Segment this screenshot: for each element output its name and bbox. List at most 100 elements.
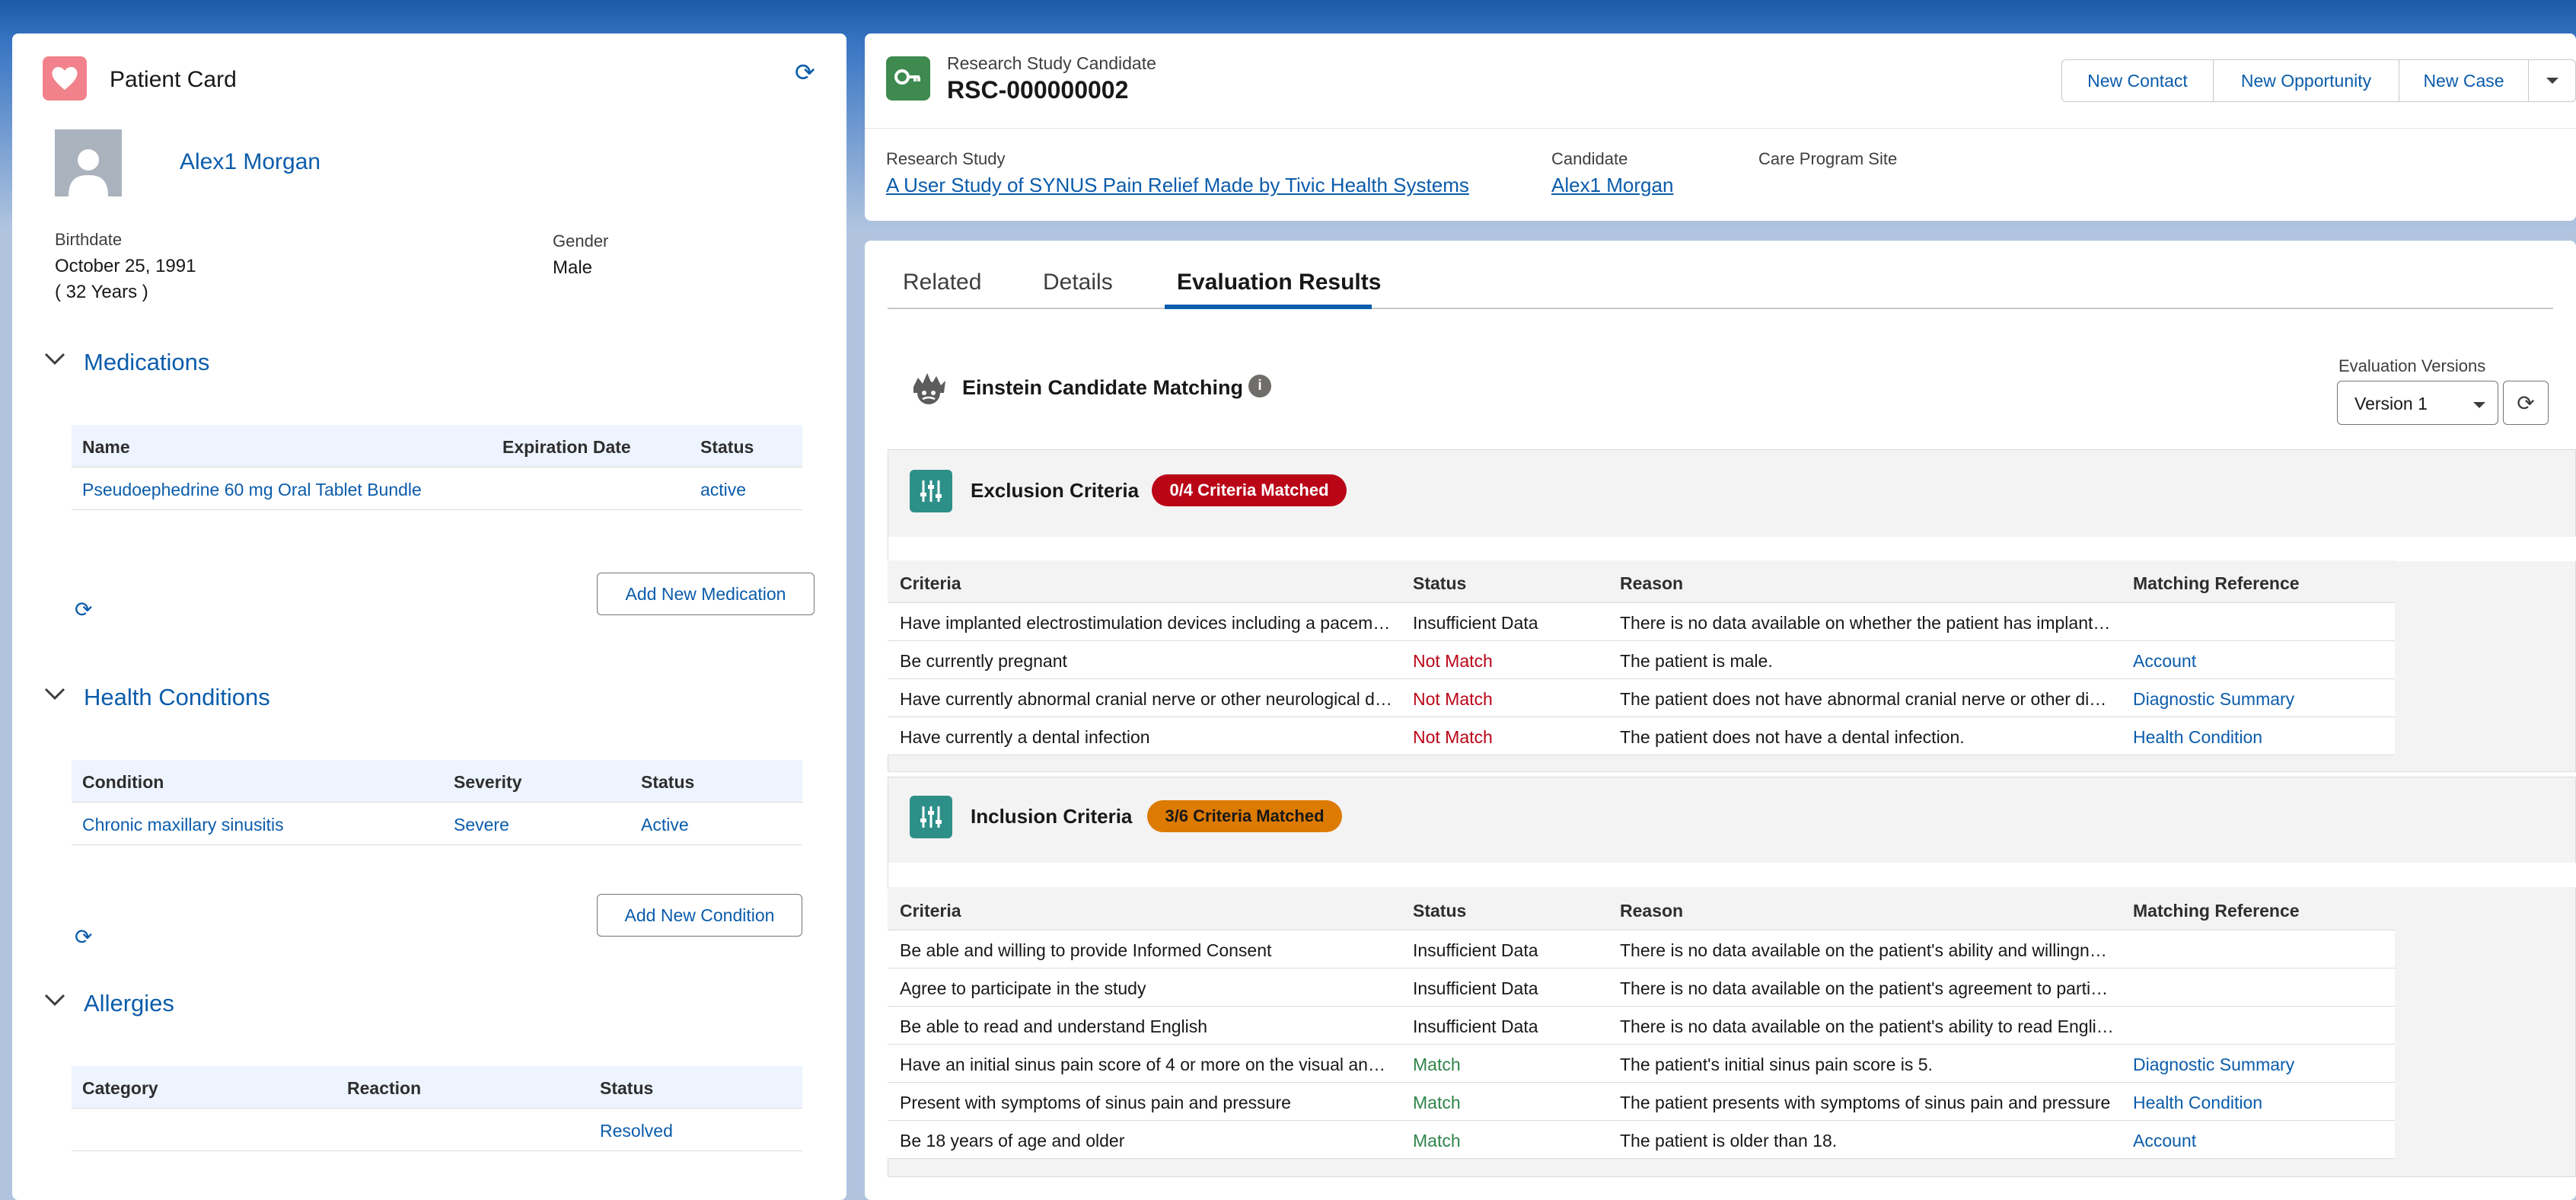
table-row: Be 18 years of age and older Match The p… bbox=[888, 1121, 2395, 1159]
more-actions-button[interactable] bbox=[2529, 59, 2576, 102]
allergies-heading[interactable]: Allergies bbox=[84, 990, 174, 1017]
matching-reference-link[interactable]: Account bbox=[2133, 1131, 2196, 1151]
criteria-cell: Be currently pregnant bbox=[900, 651, 1067, 671]
table-row: Be currently pregnant Not Match The pati… bbox=[888, 641, 2395, 679]
column-header: Reason bbox=[1620, 573, 1684, 593]
gender-value: Male bbox=[553, 257, 593, 278]
status-cell: Insufficient Data bbox=[1413, 1016, 1538, 1036]
patient-name-link[interactable]: Alex1 Morgan bbox=[180, 149, 320, 175]
evaluation-versions-label: Evaluation Versions bbox=[2338, 356, 2486, 375]
new-case-button[interactable]: New Case bbox=[2399, 59, 2529, 102]
table-row: Present with symptoms of sinus pain and … bbox=[888, 1083, 2395, 1121]
refresh-icon[interactable]: ⟳ bbox=[795, 58, 815, 87]
record-header: Research Study Candidate RSC-000000002 N… bbox=[865, 34, 2576, 221]
health-conditions-heading[interactable]: Health Conditions bbox=[84, 684, 270, 711]
table-row: Have implanted electrostimulation device… bbox=[888, 603, 2395, 641]
medications-table: Name Expiration Date Status Pseudoephedr… bbox=[72, 425, 802, 510]
object-label: Research Study Candidate bbox=[947, 53, 1156, 73]
column-header: Category bbox=[82, 1078, 158, 1098]
table-header: Name Expiration Date Status bbox=[72, 425, 802, 468]
birthdate-label: Birthdate bbox=[55, 230, 123, 249]
candidate-link[interactable]: Alex1 Morgan bbox=[1551, 174, 1673, 197]
new-opportunity-button[interactable]: New Opportunity bbox=[2214, 59, 2399, 102]
status-cell: Not Match bbox=[1413, 727, 1493, 747]
table-row: Be able and willing to provide Informed … bbox=[888, 930, 2395, 969]
tab-related[interactable]: Related bbox=[903, 270, 981, 295]
research-study-link[interactable]: A User Study of SYNUS Pain Relief Made b… bbox=[886, 174, 1469, 197]
einstein-icon bbox=[907, 370, 950, 412]
column-header: Criteria bbox=[900, 573, 961, 593]
matching-reference-link[interactable]: Account bbox=[2133, 651, 2196, 672]
inclusion-criteria-table: Criteria Status Reason Matching Referenc… bbox=[888, 888, 2395, 1159]
refresh-icon[interactable]: ⟳ bbox=[75, 597, 92, 622]
refresh-icon[interactable]: ⟳ bbox=[75, 924, 92, 949]
criteria-cell: Be able and willing to provide Informed … bbox=[900, 940, 1272, 960]
criteria-cell: Agree to participate in the study bbox=[900, 978, 1146, 998]
criteria-cell: Have implanted electrostimulation device… bbox=[900, 613, 1395, 633]
table-row: Agree to participate in the study Insuff… bbox=[888, 969, 2395, 1007]
chevron-down-icon[interactable] bbox=[44, 347, 65, 371]
reason-cell: There is no data available on the patien… bbox=[1620, 940, 2115, 960]
version-select[interactable]: Version 1 bbox=[2337, 381, 2498, 425]
version-select-value: Version 1 bbox=[2354, 394, 2428, 413]
reason-cell: The patient is male. bbox=[1620, 651, 1773, 671]
table-row: Chronic maxillary sinusitis Severe Activ… bbox=[72, 803, 802, 845]
column-header: Reason bbox=[1620, 901, 1684, 921]
chevron-down-icon bbox=[2472, 400, 2487, 413]
user-avatar-icon bbox=[55, 129, 122, 196]
reason-cell: The patient's initial sinus pain score i… bbox=[1620, 1055, 1933, 1074]
condition-status[interactable]: Active bbox=[641, 815, 689, 835]
medications-heading[interactable]: Medications bbox=[84, 349, 209, 376]
medication-name-link[interactable]: Pseudoephedrine 60 mg Oral Tablet Bundle bbox=[82, 480, 422, 500]
column-header: Expiration Date bbox=[502, 437, 631, 457]
column-header: Condition bbox=[82, 772, 164, 792]
age-value: ( 32 Years ) bbox=[55, 282, 148, 302]
medication-status[interactable]: active bbox=[700, 480, 746, 500]
einstein-title: Einstein Candidate Matching bbox=[962, 376, 1244, 399]
tab-details[interactable]: Details bbox=[1043, 270, 1113, 295]
criteria-cell: Have an initial sinus pain score of 4 or… bbox=[900, 1055, 1395, 1074]
info-icon[interactable]: i bbox=[1248, 375, 1271, 397]
column-header: Status bbox=[600, 1078, 654, 1098]
criteria-cell: Present with symptoms of sinus pain and … bbox=[900, 1093, 1291, 1112]
matching-reference-link[interactable]: Health Condition bbox=[2133, 1093, 2262, 1113]
status-cell: Not Match bbox=[1413, 651, 1493, 671]
tab-evaluation-results[interactable]: Evaluation Results bbox=[1177, 270, 1381, 295]
column-header: Matching Reference bbox=[2133, 901, 2300, 921]
reason-cell: There is no data available on the patien… bbox=[1620, 978, 2115, 998]
criteria-cell: Have currently abnormal cranial nerve or… bbox=[900, 689, 1395, 709]
column-header: Status bbox=[641, 772, 695, 792]
add-medication-button[interactable]: Add New Medication bbox=[597, 573, 815, 615]
table-header: Category Reaction Status bbox=[72, 1066, 802, 1109]
tabs-divider bbox=[888, 308, 2553, 309]
table-header: Criteria Status Reason Matching Referenc… bbox=[888, 560, 2395, 603]
column-header: Status bbox=[1413, 901, 1467, 921]
chevron-down-icon[interactable] bbox=[44, 988, 65, 1012]
candidate-label: Candidate bbox=[1551, 149, 1628, 168]
add-condition-button[interactable]: Add New Condition bbox=[597, 894, 802, 937]
status-cell: Match bbox=[1413, 1093, 1461, 1112]
column-header: Reaction bbox=[347, 1078, 422, 1098]
refresh-icon[interactable]: ⟳ bbox=[2503, 381, 2549, 425]
exclusion-criteria-title: Exclusion Criteria bbox=[971, 479, 1140, 502]
patient-card-panel: Patient Card ⟳ Alex1 Morgan Birthdate Oc… bbox=[12, 34, 846, 1200]
column-header: Criteria bbox=[900, 901, 961, 921]
sliders-icon bbox=[910, 470, 952, 512]
allergies-table: Category Reaction Status Resolved bbox=[72, 1066, 802, 1151]
status-cell: Insufficient Data bbox=[1413, 978, 1538, 998]
allergy-status[interactable]: Resolved bbox=[600, 1121, 673, 1141]
reason-cell: The patient does not have a dental infec… bbox=[1620, 727, 1965, 747]
matching-reference-link[interactable]: Diagnostic Summary bbox=[2133, 689, 2294, 710]
key-icon bbox=[886, 56, 930, 101]
condition-severity[interactable]: Severe bbox=[454, 815, 509, 835]
reason-cell: There is no data available on the patien… bbox=[1620, 1016, 2115, 1036]
matching-reference-link[interactable]: Diagnostic Summary bbox=[2133, 1055, 2294, 1075]
condition-name-link[interactable]: Chronic maxillary sinusitis bbox=[82, 815, 284, 835]
new-contact-button[interactable]: New Contact bbox=[2061, 59, 2214, 102]
section-spacer bbox=[888, 863, 2576, 887]
table-row: Be able to read and understand English I… bbox=[888, 1007, 2395, 1045]
matching-reference-link[interactable]: Health Condition bbox=[2133, 727, 2262, 748]
active-tab-indicator bbox=[1165, 305, 1372, 309]
record-detail-panel: Related Details Evaluation Results Einst… bbox=[865, 241, 2576, 1200]
chevron-down-icon[interactable] bbox=[44, 682, 65, 706]
